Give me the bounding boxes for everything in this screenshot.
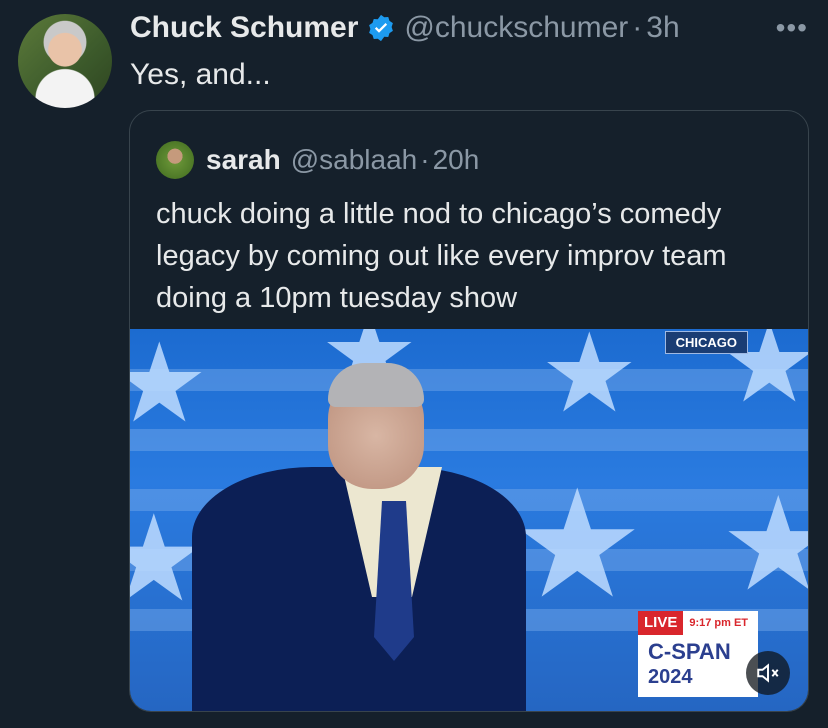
network-year: 2024 [648, 666, 693, 688]
quoted-tweet-header: sarah @sablaah · 20h [156, 141, 479, 179]
flag-stripe [130, 369, 808, 391]
star-icon: ★ [720, 479, 808, 609]
video-player[interactable]: ★ ★ ★ ★ ★ ★ ★ CHICAGO LIVE 9:17 pm ET C-… [130, 329, 808, 711]
quoted-separator-dot: · [420, 144, 430, 175]
quoted-author-name[interactable]: sarah [206, 143, 281, 177]
network-name: C-SPAN [648, 639, 731, 664]
author-avatar[interactable] [18, 14, 112, 108]
location-tag: CHICAGO [664, 331, 748, 354]
live-label: LIVE [638, 611, 684, 635]
flag-stripe [130, 429, 808, 451]
speaker-hair [328, 363, 424, 407]
more-options-icon[interactable]: ••• [776, 12, 808, 44]
speaker-muted-icon[interactable] [746, 651, 790, 695]
quoted-tweet-text: chuck doing a little nod to chicago’s co… [156, 198, 727, 314]
live-time: 9:17 pm ET [689, 617, 749, 629]
quoted-tweet[interactable]: sarah @sablaah · 20h chuck doing a littl… [129, 110, 809, 712]
quoted-author-avatar[interactable] [156, 141, 194, 179]
quoted-author-handle[interactable]: @sablaah [291, 143, 418, 177]
tweet-header: Chuck Schumer @chuckschumer · 3h [130, 10, 680, 46]
verified-badge-icon [369, 14, 394, 42]
separator-dot: · [632, 11, 643, 44]
live-banner: LIVE 9:17 pm ET [638, 611, 758, 635]
tweet-text: Yes, and... [130, 58, 271, 91]
cspan-logo: C-SPAN 2024 [638, 635, 758, 697]
tweet: Chuck Schumer @chuckschumer · 3h ••• Yes… [0, 0, 828, 728]
mute-glyph-icon [757, 663, 779, 683]
star-icon: ★ [540, 329, 639, 435]
quoted-tweet-timestamp[interactable]: 20h [433, 143, 480, 177]
star-icon: ★ [510, 460, 645, 628]
star-icon: ★ [130, 329, 209, 439]
tweet-timestamp[interactable]: 3h [646, 10, 679, 46]
author-handle[interactable]: @chuckschumer [404, 10, 628, 46]
author-name[interactable]: Chuck Schumer [130, 10, 358, 46]
